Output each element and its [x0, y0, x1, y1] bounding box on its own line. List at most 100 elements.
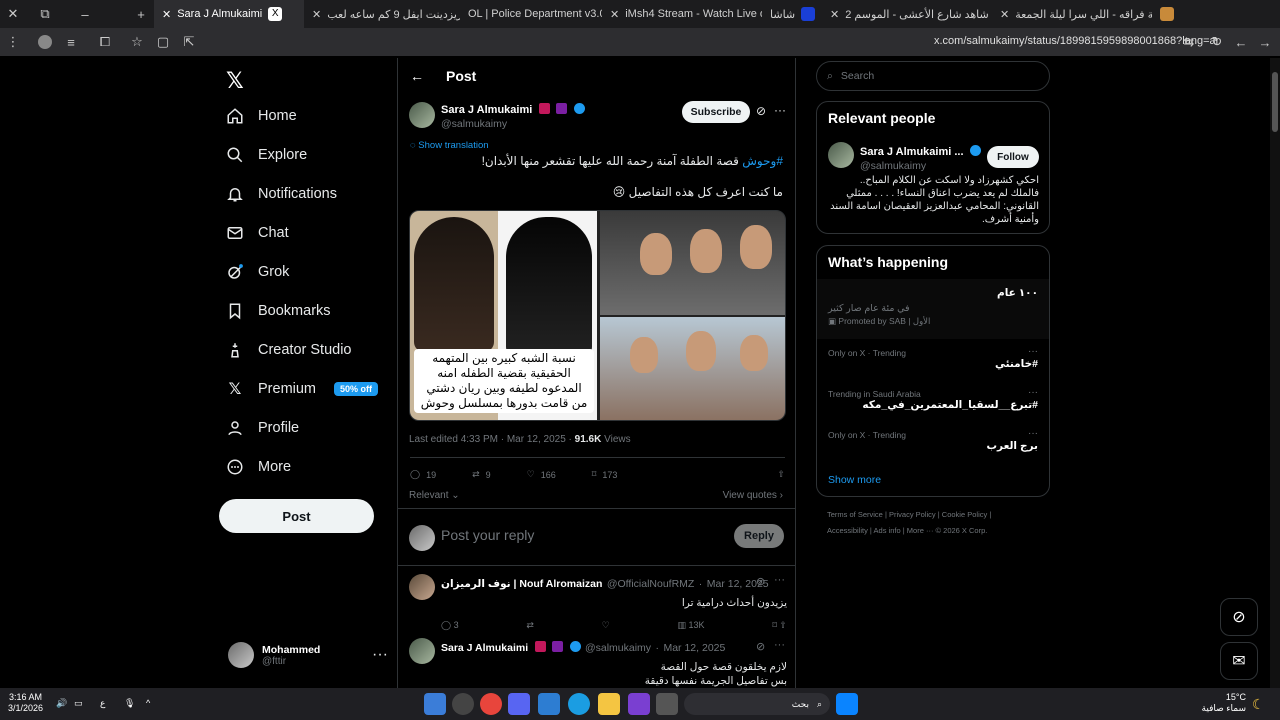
more-dots-icon[interactable]: ··· [1028, 387, 1038, 398]
tab-close-icon[interactable]: ✕ [830, 8, 839, 21]
grok-icon[interactable]: ⊘ [756, 575, 765, 588]
tab-close-icon[interactable]: ✕ [162, 8, 171, 21]
grok-fab-icon[interactable]: ⊘ [1220, 598, 1258, 636]
nav-premium[interactable]: 𝕏 Premium 50% off [226, 377, 379, 401]
share-icon[interactable]: ⇧ [777, 469, 785, 480]
trend-item-promoted[interactable]: ١٠٠ عام في مئة عام صار كثير ▣ Promoted b… [817, 279, 1049, 339]
footer-link[interactable]: More ··· [907, 526, 934, 535]
reply-item[interactable]: نوف الرميزان | Nouf Alromaizan @Official… [409, 574, 787, 631]
subscribe-button[interactable]: Subscribe [682, 101, 750, 123]
show-more-link[interactable]: Show more [828, 474, 881, 486]
grok-icon[interactable]: ⊘ [756, 104, 766, 118]
chrome-icon[interactable] [480, 693, 502, 715]
tab-5[interactable]: شاشا [762, 0, 822, 28]
discord-icon[interactable] [508, 693, 530, 715]
nav-creator-studio[interactable]: Creator Studio [226, 338, 352, 362]
nav-home[interactable]: Home [226, 104, 297, 128]
screenshot-icon[interactable]: ▢ [150, 29, 176, 55]
store-icon[interactable] [538, 693, 560, 715]
back-arrow-icon[interactable]: ← [1228, 29, 1254, 55]
reload-icon[interactable]: ↻ [1204, 29, 1230, 55]
tab-2[interactable]: ✕ ريزدينت ايفل 9 كم ساعه لعب - [304, 0, 460, 28]
tab-6[interactable]: ✕ شاهد شارع الأعشى - الموسم 2 [822, 0, 992, 28]
nav-grok[interactable]: Grok [226, 260, 289, 284]
extensions-icon[interactable] [1160, 7, 1174, 21]
sort-dropdown[interactable]: Relevant ⌄ [409, 490, 460, 501]
tab-close-icon[interactable]: ✕ [1000, 8, 1009, 21]
reply-button[interactable]: Reply [734, 524, 784, 548]
bookmark-action[interactable]: ⌑ 173 [592, 469, 618, 480]
reply-item[interactable]: Sara J Almukaimi @salmukaimy · Mar 12, 2… [409, 638, 787, 688]
search-input[interactable]: ⌕ Search [816, 61, 1050, 91]
media-icon[interactable]: ≡ [58, 29, 84, 55]
tab-close-icon[interactable]: ✕ [312, 8, 321, 21]
scrollbar-thumb[interactable] [1272, 72, 1278, 132]
app-icon[interactable] [424, 693, 446, 715]
media-image-comparison[interactable]: نسبة الشبه كبيره بين المتهمه الحقيقية بق… [410, 211, 597, 420]
reply-action[interactable]: ◯ 19 [410, 469, 436, 480]
footer-link[interactable]: Cookie Policy [942, 510, 987, 519]
footer-link[interactable]: Privacy Policy [889, 510, 936, 519]
tab-active[interactable]: ✕ Sara J Almukaimi X [154, 0, 304, 28]
messages-fab-icon[interactable]: ✉ [1220, 642, 1258, 680]
star-icon[interactable]: ☆ [124, 29, 150, 55]
repost-icon[interactable]: ⇄ [526, 620, 534, 631]
extension-icon[interactable] [32, 29, 58, 55]
media-image-men-1[interactable] [600, 211, 785, 315]
edge-icon[interactable] [568, 693, 590, 715]
nav-explore[interactable]: Explore [226, 143, 307, 167]
nav-chat[interactable]: Chat [226, 221, 289, 245]
like-action[interactable]: ♡ 166 [527, 469, 556, 480]
window-icon[interactable]: ⧉ [32, 1, 58, 27]
more-dots-icon[interactable]: ··· [372, 646, 388, 664]
chevron-up-icon[interactable]: ^ [146, 698, 150, 708]
nav-profile[interactable]: Profile [226, 416, 299, 440]
trend-item[interactable]: Trending in Saudi Arabia #تبرع__لسقيا_ال… [817, 383, 1049, 424]
app-icon[interactable] [452, 693, 474, 715]
post-author[interactable]: Sara J Almukaimi @salmukaimy [409, 100, 585, 130]
minimize-icon[interactable]: – [72, 1, 98, 27]
heart-icon[interactable]: ♡ [602, 620, 610, 631]
grok-icon[interactable]: ⊘ [756, 640, 765, 653]
more-dots-icon[interactable]: ··· [1028, 428, 1038, 439]
show-translation-link[interactable]: ◌ Show translation [410, 140, 489, 151]
taskbar-search[interactable]: بحث ⌕ [684, 693, 830, 715]
views-icon[interactable]: ▥ 13K [678, 620, 705, 631]
nav-notifications[interactable]: Notifications [226, 182, 337, 206]
close-window-icon[interactable]: ✕ [0, 1, 26, 27]
repost-action[interactable]: ⇄ 9 [472, 469, 491, 480]
folder-icon[interactable] [598, 693, 620, 715]
trend-item[interactable]: Only on X · Trending #خامنئي ··· [817, 342, 1049, 383]
more-dots-icon[interactable]: ··· [1028, 346, 1038, 357]
app-icon[interactable] [656, 693, 678, 715]
more-dots-icon[interactable]: ··· [774, 103, 786, 117]
windows-start-icon[interactable] [836, 693, 858, 715]
nav-more[interactable]: More [226, 455, 291, 479]
new-tab-icon[interactable]: + [128, 1, 154, 27]
menu-dots-icon[interactable]: ⋮ [0, 29, 26, 55]
account-switcher[interactable]: Mohammed @fttir ··· [228, 642, 388, 668]
volume-icon[interactable]: 🔊 [56, 698, 67, 709]
more-dots-icon[interactable]: ··· [774, 639, 785, 651]
reply-icon[interactable]: ◯ 3 [441, 620, 459, 631]
app-icon[interactable] [628, 693, 650, 715]
tab-close-icon[interactable]: ✕ [610, 8, 619, 21]
follow-button[interactable]: Follow [987, 146, 1039, 168]
footer-link[interactable]: Terms of Service [827, 510, 883, 519]
puzzle-icon[interactable]: ⧠ [92, 29, 118, 55]
forward-arrow-icon[interactable]: → [1252, 29, 1278, 55]
more-dots-icon[interactable]: ··· [774, 574, 785, 586]
reply-input[interactable]: Post your reply [441, 527, 534, 543]
media-image-men-2[interactable] [600, 317, 785, 420]
bookmark-icon[interactable]: ⌑ ⇧ [772, 620, 787, 631]
settings-icon[interactable]: ⇆ [1176, 29, 1202, 55]
microphone-icon[interactable]: 🎙 [124, 698, 135, 709]
weather-widget[interactable]: 15°C سماء صافية [1200, 692, 1246, 714]
clock[interactable]: 3:16 AM 3/1/2026 [8, 692, 43, 714]
post-media[interactable]: نسبة الشبه كبيره بين المتهمه الحقيقية بق… [409, 210, 786, 421]
footer-link[interactable]: Ads info [874, 526, 901, 535]
x-logo-icon[interactable]: 𝕏 [226, 68, 244, 94]
person-item[interactable]: Sara J Almukaimi ... @salmukaimy [828, 142, 981, 172]
back-arrow-icon[interactable]: ← [410, 68, 424, 84]
view-quotes-link[interactable]: View quotes › [723, 490, 783, 501]
